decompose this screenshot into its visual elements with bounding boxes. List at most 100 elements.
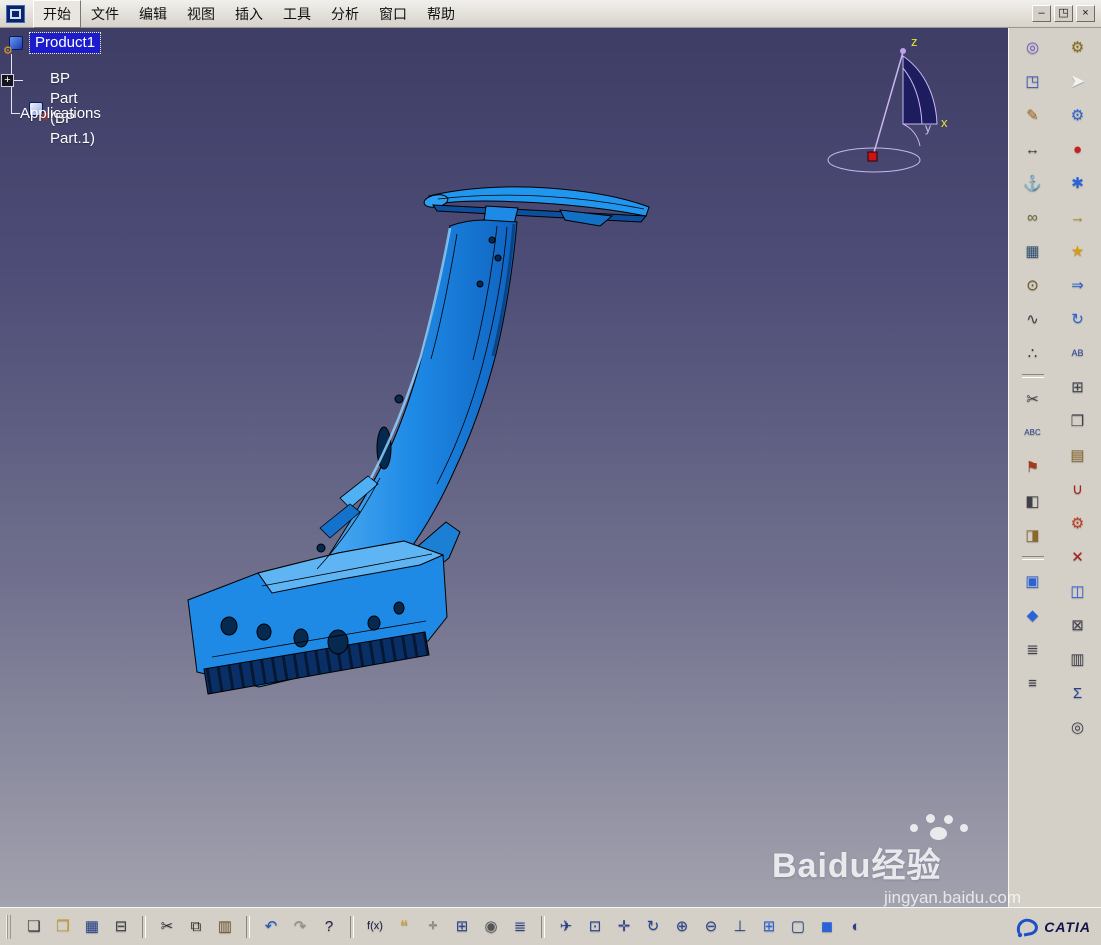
- grid-snap-tool[interactable]: ⊠: [1065, 612, 1091, 638]
- minimize-button[interactable]: –: [1032, 5, 1051, 22]
- menu-tools[interactable]: 工具: [273, 0, 321, 28]
- snap-tool[interactable]: ∪: [1065, 476, 1091, 502]
- save-button[interactable]: ▦: [79, 914, 105, 940]
- open-folder-button[interactable]: ❒: [50, 914, 76, 940]
- sphere-gear-tool-icon: ✱: [1071, 174, 1084, 192]
- list-panel-tool[interactable]: ▥: [1065, 646, 1091, 672]
- menu-edit[interactable]: 编辑: [129, 0, 177, 28]
- attach-clip-tool[interactable]: ∞: [1020, 204, 1046, 230]
- depth-effect-tool[interactable]: ◧: [1020, 488, 1046, 514]
- select-arrow-tool[interactable]: ➤: [1065, 68, 1091, 94]
- print-button[interactable]: ⊟: [108, 914, 134, 940]
- compass-z-label: z: [911, 34, 918, 49]
- graph-tree-tool[interactable]: ≡: [1020, 670, 1046, 696]
- close-button[interactable]: ×: [1076, 5, 1095, 22]
- toolbar-drag-handle[interactable]: [6, 914, 11, 939]
- point-cloud-tool[interactable]: ∴: [1020, 340, 1046, 366]
- update-tool[interactable]: ↻: [1065, 306, 1091, 332]
- pan-button[interactable]: ✛: [611, 914, 637, 940]
- compass[interactable]: z x y: [827, 34, 948, 173]
- paste-button[interactable]: ▥: [212, 914, 238, 940]
- hide-show-button[interactable]: ◐: [843, 914, 869, 940]
- rules-list-button-icon: ≣: [513, 918, 527, 935]
- design-table-button[interactable]: ⊞: [449, 914, 475, 940]
- 3d-viewport[interactable]: z x y + ⚙ Product1 ⚙ BP Part (BP Part.1)…: [0, 28, 1008, 907]
- shaded-view-button[interactable]: ◼: [814, 914, 840, 940]
- analysis-sigma-tool[interactable]: Σ: [1065, 680, 1091, 706]
- copy-button[interactable]: ⧉: [183, 914, 209, 940]
- product-structure-tool[interactable]: ≣: [1020, 636, 1046, 662]
- section-cut-tool[interactable]: ✂: [1020, 386, 1046, 412]
- 3d-scene-canvas[interactable]: z x y: [0, 28, 1008, 907]
- sketch-pen-tool[interactable]: ✎: [1020, 102, 1046, 128]
- red-sphere-tool[interactable]: ●: [1065, 136, 1091, 162]
- measure-between-button[interactable]: ✛: [420, 914, 446, 940]
- spell-check-tool-icon: ABC: [1024, 428, 1041, 437]
- toolbar-separator: [142, 915, 146, 938]
- spline-curve-tool[interactable]: ∿: [1020, 306, 1046, 332]
- normal-view-button[interactable]: ⊥: [727, 914, 753, 940]
- delete-cross-tool[interactable]: ✕: [1065, 544, 1091, 570]
- rules-list-button[interactable]: ≣: [507, 914, 533, 940]
- apply-material-tool[interactable]: ◨: [1020, 522, 1046, 548]
- sphere-gear-tool[interactable]: ✱: [1065, 170, 1091, 196]
- select-arrow-tool-icon: ➤: [1069, 71, 1086, 91]
- catalog-star-tool[interactable]: ★: [1065, 238, 1091, 264]
- prism-feature-tool[interactable]: ◆: [1020, 602, 1046, 628]
- application-window-icon[interactable]: [6, 4, 25, 23]
- new-document-button[interactable]: ❏: [21, 914, 47, 940]
- component-box-tool[interactable]: ◫: [1065, 578, 1091, 604]
- compass-anchor-square[interactable]: [867, 151, 878, 162]
- settings-gear-tool[interactable]: ⚙: [1065, 102, 1091, 128]
- layers-tool[interactable]: ▤: [1065, 442, 1091, 468]
- new-document-button-icon: ❏: [27, 918, 41, 935]
- workbench-cube-tool[interactable]: ◳: [1020, 68, 1046, 94]
- jump-arrow-tool[interactable]: ⇒: [1065, 272, 1091, 298]
- measure-tool[interactable]: ↔: [1020, 136, 1046, 162]
- restore-button[interactable]: ◳: [1054, 5, 1073, 22]
- lock-button[interactable]: ◉: [478, 914, 504, 940]
- comment-bubble-button[interactable]: ❝: [391, 914, 417, 940]
- flag-note-tool[interactable]: ⚑: [1020, 454, 1046, 480]
- tree-node-product1[interactable]: Product1: [28, 32, 102, 54]
- undo-button[interactable]: ↶: [258, 914, 284, 940]
- text-annotation-tool[interactable]: AB: [1065, 340, 1091, 366]
- image-capture-tool[interactable]: ▦: [1020, 238, 1046, 264]
- spell-check-tool[interactable]: ABC: [1020, 420, 1046, 446]
- link-manager-tool[interactable]: ⊙: [1020, 272, 1046, 298]
- zoom-out-button[interactable]: ⊖: [698, 914, 724, 940]
- product-node-icon[interactable]: ⚙: [3, 33, 26, 57]
- menu-analyze[interactable]: 分析: [321, 0, 369, 28]
- rotate-button[interactable]: ↻: [640, 914, 666, 940]
- redo-button[interactable]: ↷: [287, 914, 313, 940]
- anchor-constraint-tool[interactable]: ⚓: [1020, 170, 1046, 196]
- fly-mode-button[interactable]: ✈: [553, 914, 579, 940]
- fit-all-in-button[interactable]: ⊡: [582, 914, 608, 940]
- wireframe-view-button[interactable]: ▢: [785, 914, 811, 940]
- catia-application-window: 开始 文件 编辑 视图 插入 工具 分析 窗口 帮助 – ◳ × z x y +…: [0, 0, 1101, 945]
- zoom-in-button[interactable]: ⊕: [669, 914, 695, 940]
- bp-part-model[interactable]: [187, 186, 650, 695]
- menu-file[interactable]: 文件: [81, 0, 129, 28]
- product-tree-tool[interactable]: ⊞: [1065, 374, 1091, 400]
- menu-insert[interactable]: 插入: [225, 0, 273, 28]
- part-body-tool[interactable]: ▣: [1020, 568, 1046, 594]
- tree-node-applications[interactable]: Applications: [20, 104, 101, 124]
- layers-tool-icon: ▤: [1070, 446, 1085, 464]
- menu-window[interactable]: 窗口: [369, 0, 417, 28]
- formula-button[interactable]: f(x): [362, 914, 388, 940]
- powercopy-tool[interactable]: ⚙: [1065, 34, 1091, 60]
- camera-view-tool[interactable]: ◎: [1020, 34, 1046, 60]
- measure-tool-icon: ↔: [1025, 140, 1040, 158]
- cut-button[interactable]: ✂: [154, 914, 180, 940]
- tree-expander[interactable]: +: [1, 74, 14, 87]
- menu-view[interactable]: 视图: [177, 0, 225, 28]
- red-gear-tool[interactable]: ⚙: [1065, 510, 1091, 536]
- exit-workbench-tool[interactable]: →: [1065, 204, 1091, 230]
- menu-help[interactable]: 帮助: [417, 0, 465, 28]
- target-frame-tool[interactable]: ◎: [1065, 714, 1091, 740]
- multi-view-button[interactable]: ⊞: [756, 914, 782, 940]
- new-window-tool[interactable]: ❒: [1065, 408, 1091, 434]
- whats-this-help-button[interactable]: ?: [316, 914, 342, 940]
- menu-start[interactable]: 开始: [33, 0, 81, 28]
